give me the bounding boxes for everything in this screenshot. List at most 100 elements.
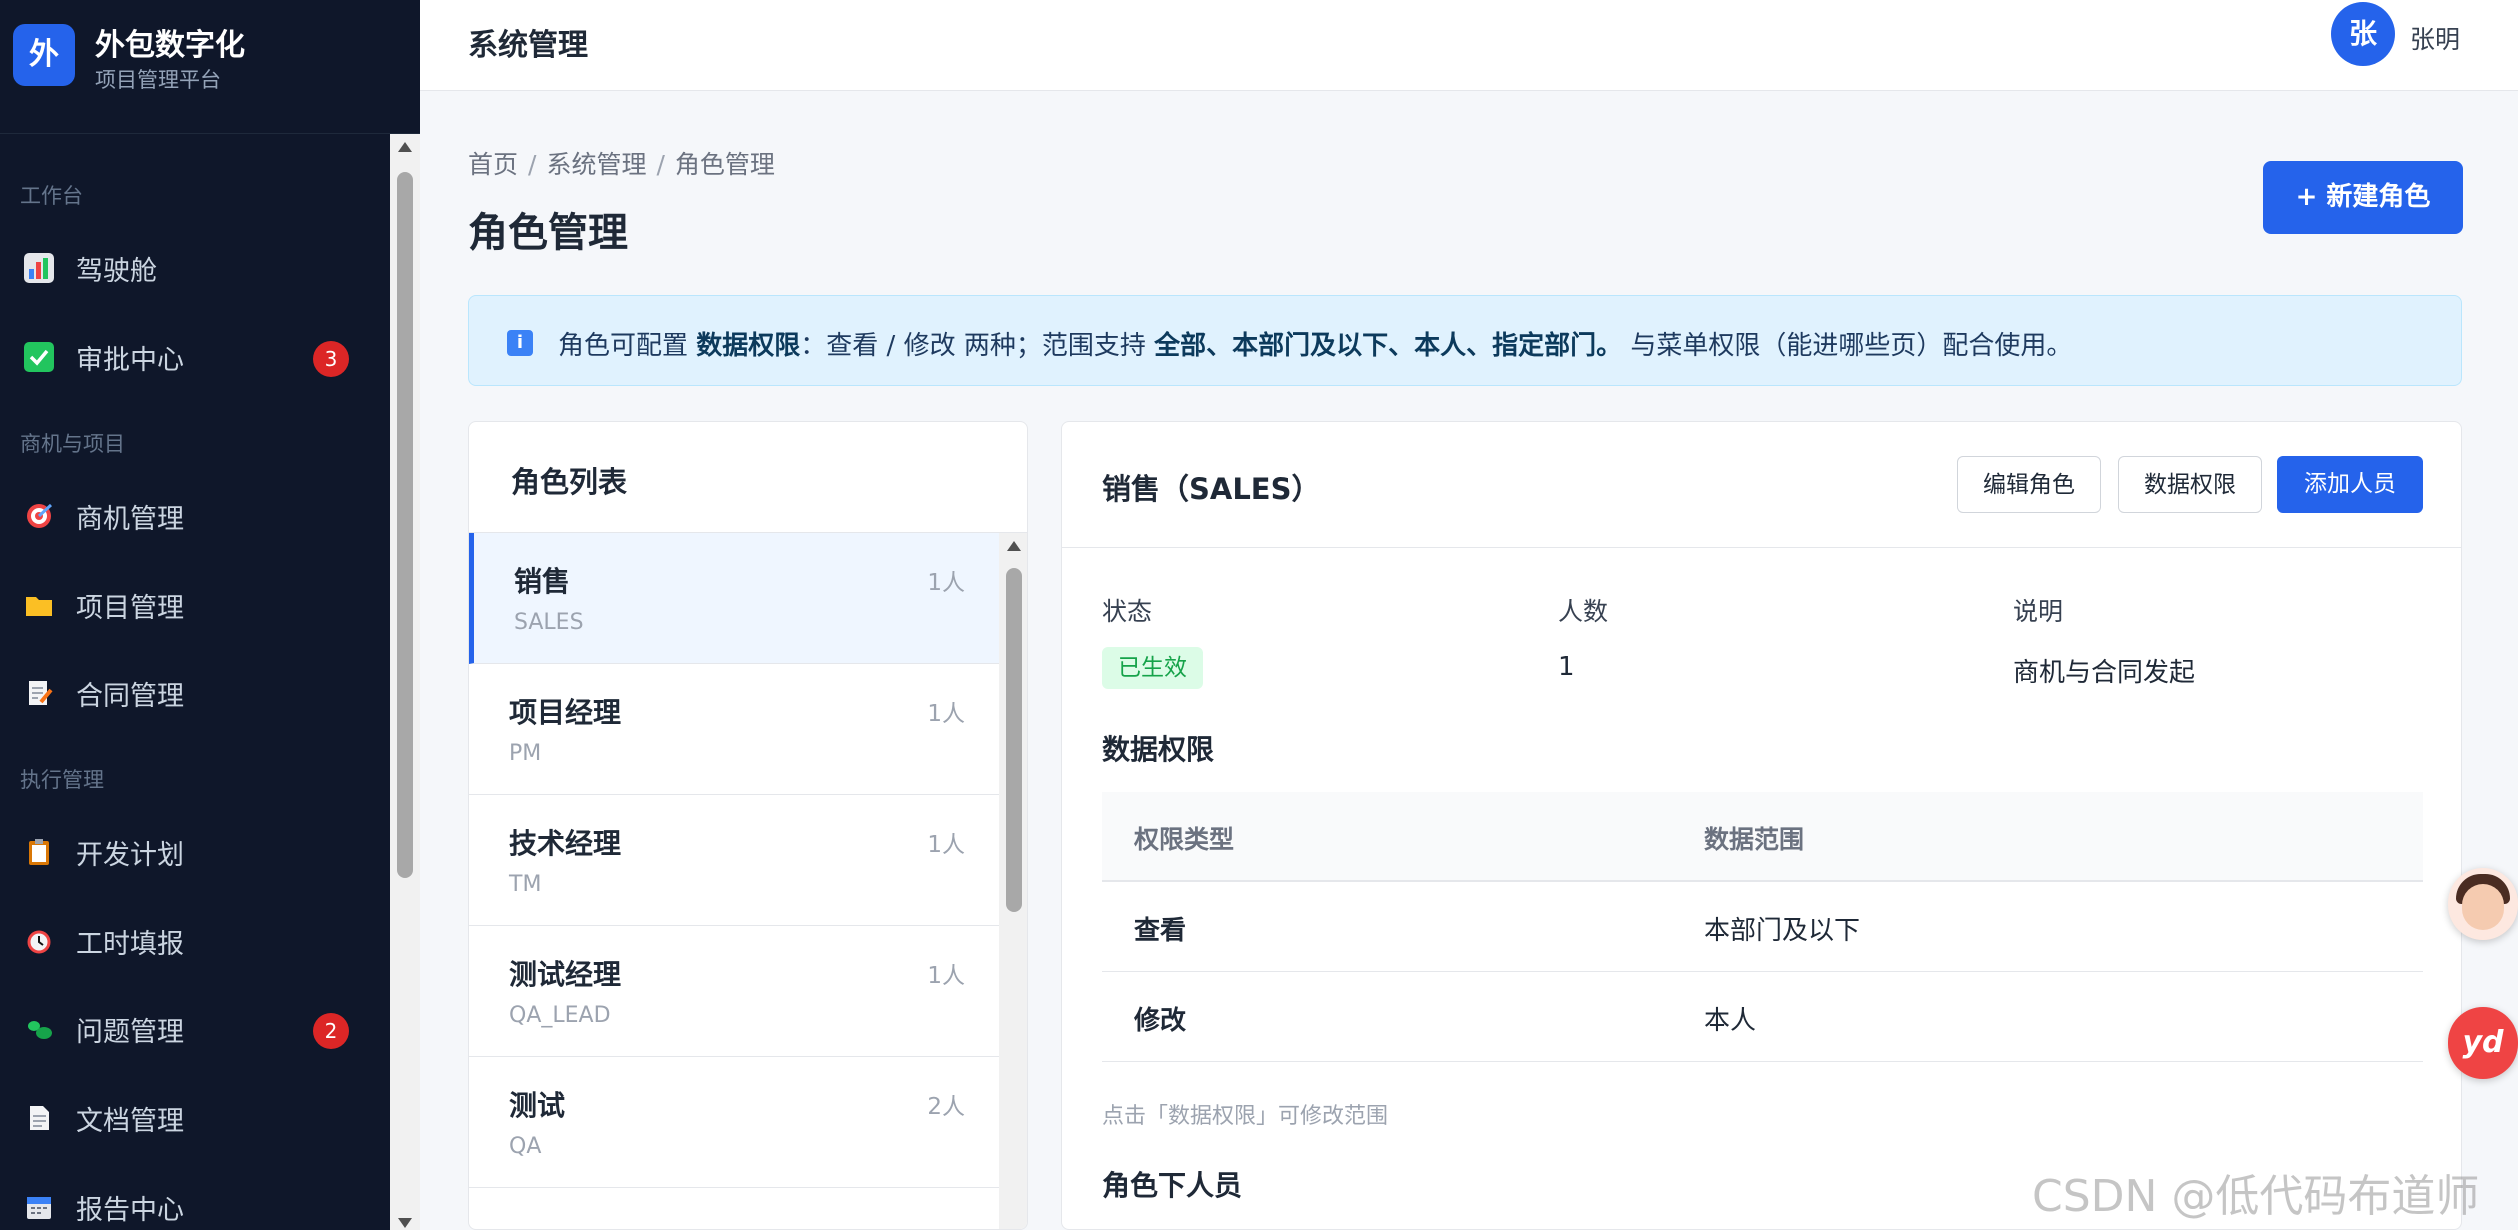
sidebar-item-label: 开发计划 <box>76 840 184 871</box>
sidebar-item-label: 工时填报 <box>76 929 184 960</box>
role-name: 技术经理 <box>509 827 622 860</box>
banner-bold-part: 全部、本部门及以下、本人、指定部门。 <box>1154 331 1623 361</box>
scroll-up-arrow-icon[interactable] <box>1007 541 1021 551</box>
edit-role-button[interactable]: 编辑角色 <box>1957 456 2101 513</box>
sidebar-item-issues[interactable]: 问题管理 2 <box>0 994 390 1064</box>
info-icon: i <box>507 330 533 356</box>
role-name: 测试经理 <box>509 958 622 991</box>
role-name: 项目经理 <box>509 696 622 729</box>
permission-hint: 点击「数据权限」可修改范围 <box>1102 1104 1389 1129</box>
role-name: 测试 <box>509 1089 566 1122</box>
avatar[interactable]: 张 <box>2331 2 2395 66</box>
sidebar-item-approval[interactable]: 审批中心 3 <box>0 322 390 392</box>
permission-type: 查看 <box>1134 916 1187 946</box>
brand-logo: 外 <box>13 24 75 86</box>
sidebar-item-label: 报告中心 <box>76 1195 184 1226</box>
table-row: 修改 本人 <box>1102 972 2423 1062</box>
sidebar-item-cockpit[interactable]: 驾驶舱 <box>0 233 390 303</box>
role-code: TM <box>509 872 542 897</box>
sidebar-item-dev-plan[interactable]: 开发计划 <box>0 817 390 887</box>
role-member-count: 1人 <box>927 701 965 727</box>
breadcrumb-separator: / <box>528 150 537 179</box>
sidebar-item-label: 项目管理 <box>76 593 184 624</box>
description-label: 说明 <box>2013 597 2064 626</box>
sidebar-item-label: 问题管理 <box>76 1017 184 1048</box>
sidebar-item-docs[interactable]: 文档管理 <box>0 1083 390 1153</box>
sidebar-item-opportunity[interactable]: 商机管理 <box>0 481 390 551</box>
permission-table: 权限类型 数据范围 查看 本部门及以下 修改 本人 <box>1102 792 2423 1062</box>
role-list-card: 角色列表 销售 SALES 1人 项目经理 PM 1人 技术经理 TM 1人 测… <box>468 421 1028 1230</box>
watermark: CSDN @低代码布道师 <box>2032 1171 2480 1222</box>
header-title: 系统管理 <box>468 28 588 63</box>
breadcrumb-item-home[interactable]: 首页 <box>468 150 518 179</box>
role-member-count: 1人 <box>927 570 965 596</box>
column-header: 数据范围 <box>1704 825 1805 854</box>
banner-text-part: 与菜单权限（能进哪些页）配合使用。 <box>1622 331 2073 361</box>
banner-bold-part: 数据权限 <box>696 331 801 361</box>
banner-text-part: 角色可配置 <box>558 331 697 361</box>
sidebar-nav: 工作台 驾驶舱 审批中心 3 商机与项目 商机管理 项目管理 合同管理 执行管理… <box>0 134 390 1230</box>
scroll-up-arrow-icon[interactable] <box>398 142 412 152</box>
alarm-clock-icon <box>24 926 54 956</box>
notification-badge: 2 <box>313 1013 349 1049</box>
sidebar-item-label: 驾驶舱 <box>76 256 157 287</box>
user-name[interactable]: 张明 <box>2410 20 2460 56</box>
role-name: 销售 <box>514 565 571 598</box>
sidebar-item-contract[interactable]: 合同管理 <box>0 658 390 728</box>
add-member-button[interactable]: 添加人员 <box>2277 456 2423 513</box>
target-icon <box>24 501 54 531</box>
role-detail-card: 销售（SALES） 编辑角色 数据权限 添加人员 状态 人数 说明 已生效 1 … <box>1061 421 2462 1230</box>
data-permission-button[interactable]: 数据权限 <box>2118 456 2262 513</box>
role-list-scrollbar[interactable] <box>999 533 1027 1229</box>
document-edit-icon <box>24 678 54 708</box>
status-badge: 已生效 <box>1102 647 1203 689</box>
sidebar: 外 外包数字化 项目管理平台 工作台 驾驶舱 审批中心 3 商机与项目 商机管理 <box>0 0 420 1230</box>
info-banner: i 角色可配置 数据权限：查看 / 修改 两种；范围支持 全部、本部门及以下、本… <box>468 295 2462 386</box>
sidebar-scrollbar[interactable] <box>390 134 420 1230</box>
scrollbar-thumb[interactable] <box>397 172 413 878</box>
yd-float-button[interactable]: yd <box>2448 1007 2518 1079</box>
folder-icon <box>24 590 54 620</box>
assistant-avatar-button[interactable] <box>2448 868 2518 940</box>
brand: 外 外包数字化 项目管理平台 <box>0 0 420 134</box>
sidebar-item-timesheet[interactable]: 工时填报 <box>0 906 390 976</box>
breadcrumb: 首页 / 系统管理 / 角色管理 <box>468 145 775 181</box>
member-count-value: 1 <box>1558 652 1575 682</box>
scroll-down-arrow-icon[interactable] <box>398 1218 412 1228</box>
nav-group-label: 商机与项目 <box>20 432 125 456</box>
scrollbar-thumb[interactable] <box>1006 568 1022 912</box>
description-value: 商机与合同发起 <box>2013 658 2196 688</box>
sidebar-item-project[interactable]: 项目管理 <box>0 570 390 640</box>
page-title: 角色管理 <box>468 210 628 256</box>
calendar-icon <box>24 1192 54 1222</box>
sidebar-item-label: 文档管理 <box>76 1106 184 1137</box>
breadcrumb-separator: / <box>656 150 665 179</box>
new-role-button[interactable]: + 新建角色 <box>2263 161 2463 234</box>
nav-group-label: 执行管理 <box>20 768 104 792</box>
role-item-sales[interactable]: 销售 SALES 1人 <box>469 533 999 664</box>
data-permission-section-title: 数据权限 <box>1102 733 1215 766</box>
column-header: 权限类型 <box>1134 825 1235 854</box>
sidebar-item-label: 审批中心 <box>76 345 184 376</box>
role-item-qa-lead[interactable]: 测试经理 QA_LEAD 1人 <box>469 926 999 1057</box>
role-code: QA <box>509 1134 542 1159</box>
role-item-pm[interactable]: 项目经理 PM 1人 <box>469 664 999 795</box>
role-item-tm[interactable]: 技术经理 TM 1人 <box>469 795 999 926</box>
role-code: QA_LEAD <box>509 1003 611 1028</box>
sidebar-item-label: 合同管理 <box>76 681 184 712</box>
brand-subtitle: 项目管理平台 <box>95 68 221 92</box>
banner-text: 角色可配置 数据权限：查看 / 修改 两种；范围支持 全部、本部门及以下、本人、… <box>558 325 2072 362</box>
role-member-count: 1人 <box>927 963 965 989</box>
checkbox-icon <box>24 342 54 372</box>
clipboard-icon <box>24 837 54 867</box>
status-label: 状态 <box>1102 597 1153 626</box>
role-members-section-title: 角色下人员 <box>1102 1169 1243 1202</box>
role-list: 销售 SALES 1人 项目经理 PM 1人 技术经理 TM 1人 测试经理 Q… <box>469 533 999 1229</box>
sidebar-item-reports[interactable]: 报告中心 <box>0 1172 390 1230</box>
permission-type: 修改 <box>1134 1006 1187 1036</box>
breadcrumb-item-system[interactable]: 系统管理 <box>546 150 646 179</box>
bar-chart-icon <box>24 253 54 283</box>
page-icon <box>24 1103 54 1133</box>
role-item-qa[interactable]: 测试 QA 2人 <box>469 1057 999 1188</box>
role-detail-header: 销售（SALES） 编辑角色 数据权限 添加人员 <box>1062 422 2461 548</box>
